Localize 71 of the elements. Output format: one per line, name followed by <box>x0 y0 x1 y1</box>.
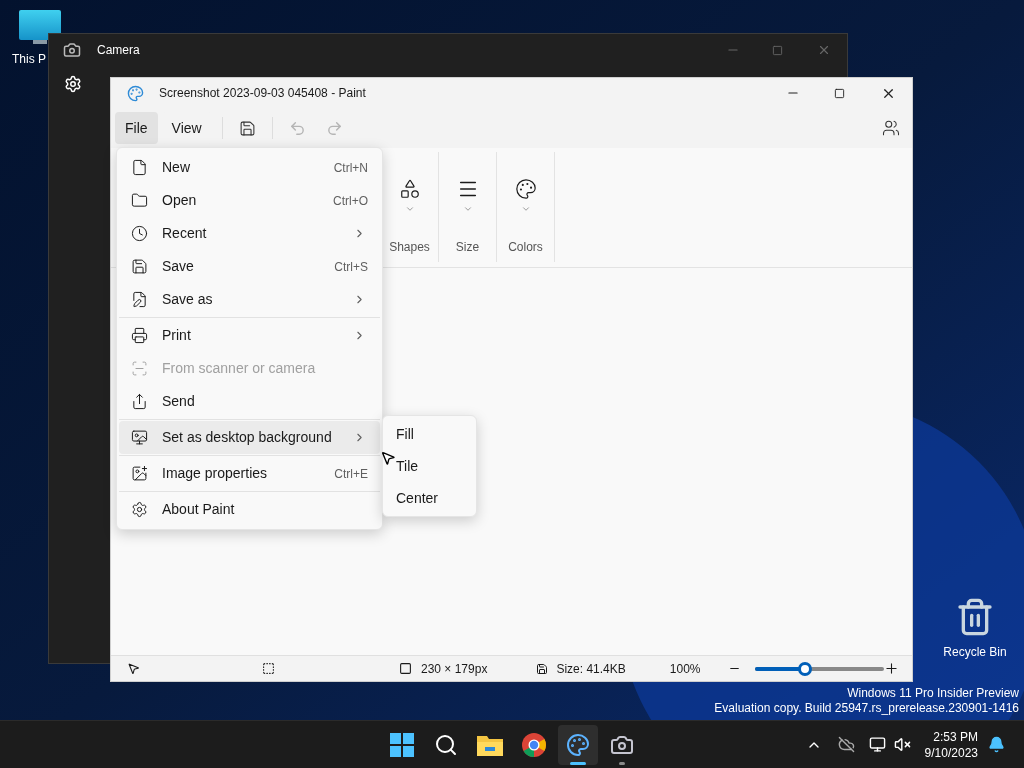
save-icon <box>131 258 148 275</box>
folder-icon <box>131 192 148 209</box>
menu-item[interactable]: About Paint <box>119 493 380 526</box>
submenu-item[interactable]: Fill <box>383 418 476 450</box>
share-icon <box>131 393 148 410</box>
wallpaper-icon <box>131 429 148 446</box>
windows-logo-icon[interactable] <box>390 732 414 757</box>
canvas-size-icon <box>399 662 412 675</box>
printer-icon <box>131 327 148 344</box>
shortcut-text: Ctrl+S <box>334 258 368 276</box>
save-icon[interactable] <box>238 119 256 137</box>
settings-icon[interactable] <box>64 75 82 93</box>
menu-item[interactable]: Recent <box>119 217 380 250</box>
shortcut-text: Ctrl+O <box>333 192 368 210</box>
menu-item[interactable]: Image properties Ctrl+E <box>119 457 380 490</box>
desktop-icon-label: Recycle Bin <box>943 644 1007 661</box>
menu-item[interactable]: Save Ctrl+S <box>119 250 380 283</box>
clock-time[interactable]: 2:53 PM <box>933 728 978 745</box>
monitor-icon[interactable] <box>19 10 61 46</box>
menu-item[interactable]: Open Ctrl+O <box>119 184 380 217</box>
evaluation-notice: Evaluation copy. Build 25947.rs_prerelease.230901-1416 <box>714 701 1019 716</box>
cloud-off-icon[interactable] <box>837 736 855 753</box>
window-title: Screenshot 2023-09-03 045408 - Paint <box>159 85 366 102</box>
pointer-icon <box>127 662 140 675</box>
palette-icon <box>514 178 537 200</box>
clock-date[interactable]: 9/10/2023 <box>924 744 978 761</box>
file-size: Size: 41.4KB <box>556 660 626 678</box>
zoom-percent: 100% <box>669 660 701 678</box>
volume-muted-icon[interactable] <box>893 736 911 753</box>
window-title: Camera <box>97 42 140 59</box>
shapes-icon <box>398 178 421 200</box>
shortcut-text: Ctrl+N <box>333 159 368 177</box>
menu-item[interactable]: Save as <box>119 283 380 316</box>
menu-item[interactable]: Send <box>119 385 380 418</box>
notification-bell-icon[interactable] <box>988 736 1005 753</box>
search-icon[interactable] <box>434 732 458 757</box>
taskbar-button[interactable] <box>558 724 598 765</box>
paint-app-icon <box>127 84 144 102</box>
running-indicator <box>570 761 586 765</box>
submenu-item[interactable]: Center <box>383 482 476 514</box>
running-indicator <box>619 761 625 765</box>
ribbon-group-button[interactable]: Size <box>439 152 497 262</box>
people-icon[interactable] <box>882 119 900 137</box>
selection-icon <box>262 662 275 675</box>
menu-bar-item[interactable]: File <box>115 112 158 144</box>
chevron-down-icon <box>520 204 531 214</box>
network-icon[interactable] <box>868 736 886 753</box>
chevron-down-icon <box>404 204 415 214</box>
clock-icon <box>131 225 148 242</box>
chevron-down-icon <box>462 204 473 214</box>
browser-icon[interactable] <box>522 732 546 757</box>
document-icon <box>131 159 148 176</box>
image-dimensions: 230 × 179px <box>421 660 488 678</box>
palette-icon[interactable] <box>566 732 590 757</box>
ribbon-group-button[interactable]: Colors <box>497 152 555 262</box>
evaluation-notice: Windows 11 Pro Insider Preview <box>847 686 1019 701</box>
file-size-icon <box>536 662 549 675</box>
settings-icon <box>131 501 148 518</box>
menu-item[interactable]: Print <box>119 319 380 352</box>
scanner-icon <box>131 360 148 377</box>
zoom-slider-thumb[interactable] <box>797 661 812 676</box>
menu-item[interactable]: New Ctrl+N <box>119 151 380 184</box>
shortcut-text: Ctrl+E <box>334 465 368 483</box>
camera-icon <box>63 41 81 59</box>
zoom-slider[interactable] <box>755 661 885 676</box>
save-edit-icon <box>131 291 148 308</box>
menu-item[interactable]: Set as desktop background <box>119 421 380 454</box>
image-icon <box>131 465 148 482</box>
folder-icon[interactable] <box>477 733 503 756</box>
maximize-icon[interactable] <box>834 87 845 99</box>
desktop-icon-label: This P <box>12 51 47 68</box>
